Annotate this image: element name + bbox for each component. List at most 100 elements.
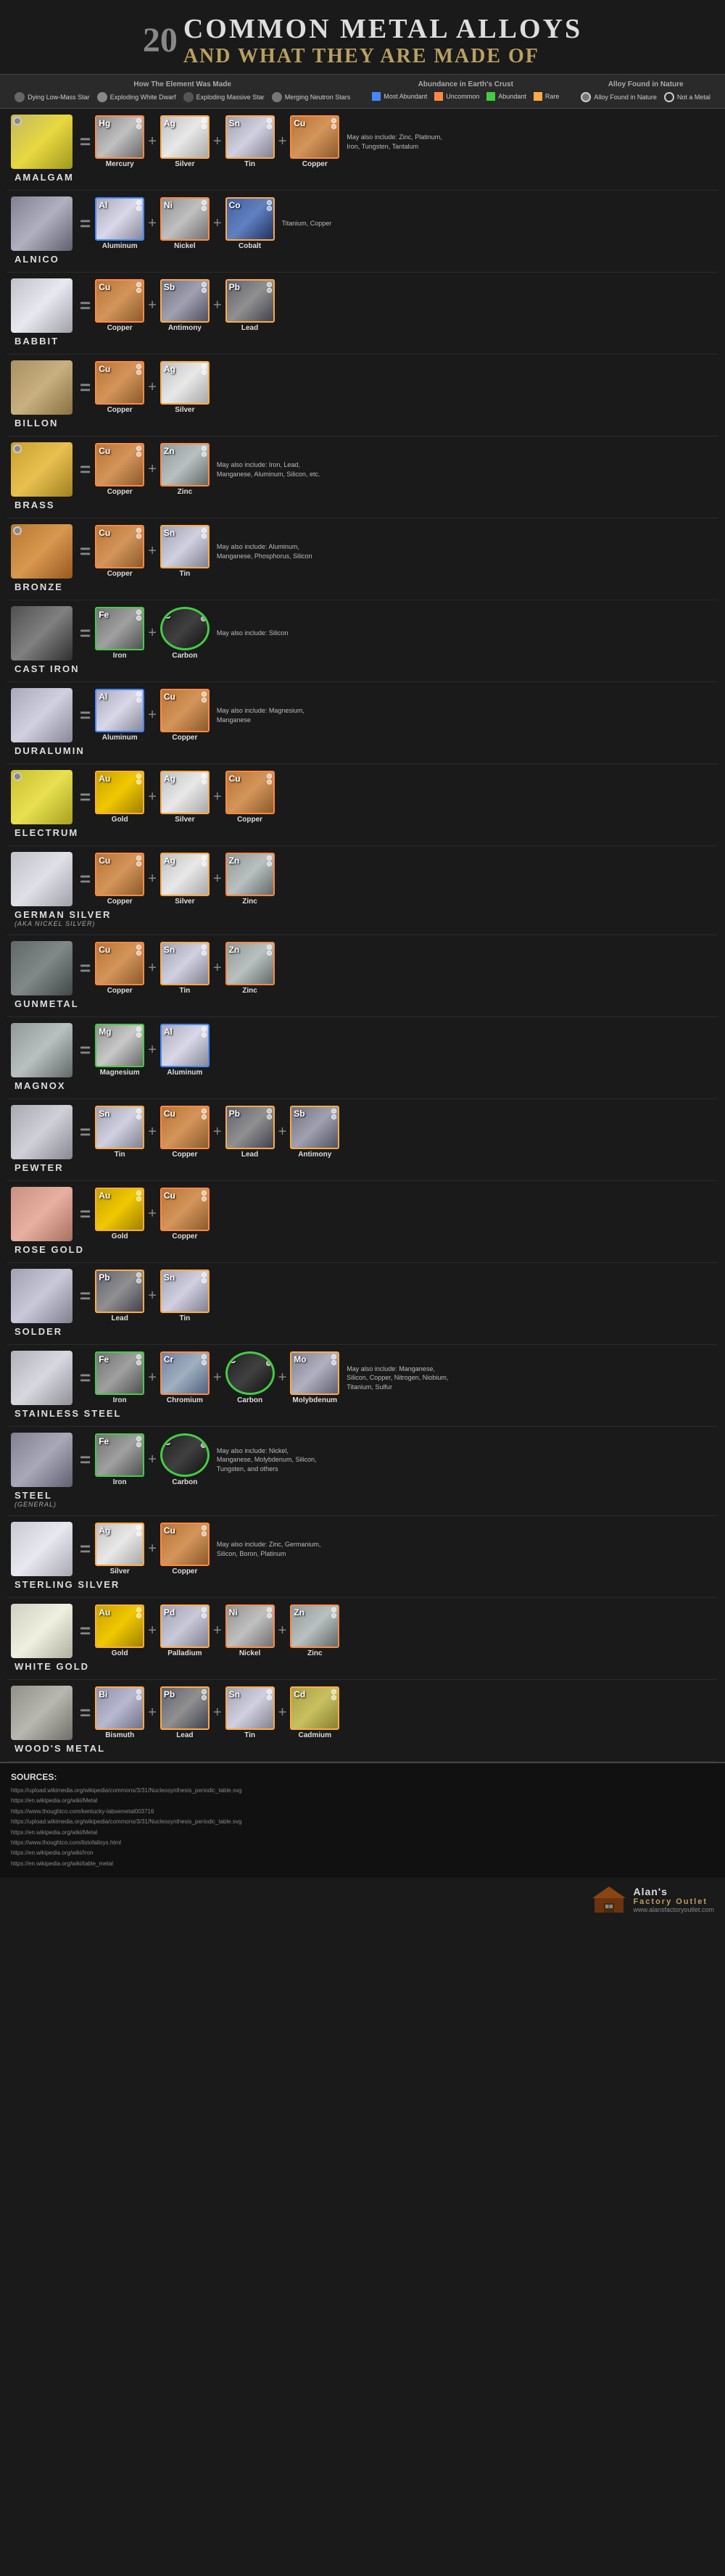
element-symbol: Ag [99, 1525, 110, 1536]
element-indicators [136, 1354, 141, 1365]
element-symbol: Cu [294, 118, 305, 128]
element-name-label: Gold [112, 816, 128, 824]
alloys-content: =HgMercury+AgSilver+SnTin+CuCopperMay al… [0, 109, 725, 1762]
plus-sign: + [213, 1623, 222, 1639]
source-link: https://en.wikipedia.org/wiki/Metal [11, 1796, 714, 1806]
element-name-label: Tin [179, 987, 190, 995]
element-indicators [136, 1436, 141, 1447]
alloy-name-label: DURALUMIN [7, 744, 718, 761]
element-name-label: Cadmium [298, 1731, 331, 1739]
origin-indicator [202, 1531, 207, 1536]
alloy-main-image [11, 941, 72, 995]
alloy-row-wrapper: =FeIron+CCarbonMay also include: Nickel,… [7, 1427, 718, 1516]
origin-indicator [136, 779, 141, 784]
plus-sign: + [213, 789, 222, 805]
origin-indicator [267, 1114, 272, 1119]
legend-abundance: Abundance in Earth's Crust Most Abundant… [372, 80, 559, 102]
element-block-zinc: ZnZinc [290, 1604, 339, 1657]
element-name-label: Tin [244, 1731, 255, 1739]
element-indicators [136, 1607, 141, 1618]
origin-indicator [267, 779, 272, 784]
plus-sign: + [148, 1124, 157, 1140]
page-header: 20 COMMON METAL ALLOYS AND WHAT THEY ARE… [0, 0, 725, 74]
origin-indicator [267, 1689, 272, 1694]
alloy-main-image [11, 1269, 72, 1323]
origin-indicator [202, 528, 207, 533]
origin-indicator [331, 124, 336, 129]
origin-indicator [267, 118, 272, 123]
element-name-label: Zinc [307, 1649, 323, 1657]
origin-indicator [267, 288, 272, 293]
origin-indicator [136, 1525, 141, 1531]
element-name-label: Mercury [106, 160, 134, 168]
origin-indicator [331, 1360, 336, 1365]
element-name-label: Nickel [174, 242, 195, 250]
origin-indicator [202, 1689, 207, 1694]
element-name-label: Silver [175, 816, 194, 824]
origin-indicator [267, 951, 272, 956]
element-symbol: Al [99, 200, 107, 210]
origin-indicator [331, 1613, 336, 1618]
found-in-nature-indicator [13, 117, 22, 125]
origin-indicator [202, 1032, 207, 1038]
source-link: https://www.thoughtco.com/kentucky-labse… [11, 1807, 714, 1817]
element-image-copper: Cu [290, 115, 339, 159]
element-symbol: Cu [164, 692, 175, 702]
plus-sign: + [213, 297, 222, 314]
rare-icon [534, 92, 542, 101]
element-image-tin: Sn [160, 942, 210, 985]
alloy-row-electrum: =AuGold+AgSilver+CuCopper [7, 764, 718, 826]
equals-sign: = [80, 1449, 91, 1471]
element-block-copper: CuCopper [95, 942, 144, 995]
origin-indicator [202, 124, 207, 129]
origin-indicator [331, 118, 336, 123]
plus-sign: + [148, 1206, 157, 1222]
equals-sign: = [80, 212, 91, 235]
element-image-gold: Au [95, 1188, 144, 1231]
plus-sign: + [148, 625, 157, 642]
origin-indicator [202, 452, 207, 457]
legend-exploding-white: Exploding White Dwarf [97, 92, 176, 102]
origin-indicator [136, 1442, 141, 1447]
plus-sign: + [278, 1623, 287, 1639]
element-indicators [202, 774, 207, 784]
element-image-tin: Sn [225, 115, 275, 159]
alloy-main-image [11, 1023, 72, 1077]
origin-indicator [136, 528, 141, 533]
element-block-tin: SnTin [160, 525, 210, 578]
element-block-chromium: CrChromium [160, 1351, 210, 1404]
alloy-row-wrapper: =FeIron+CrChromium+CCarbon+MoMolybdenumM… [7, 1345, 718, 1427]
element-symbol: Cu [99, 282, 110, 292]
element-name-label: Cobalt [239, 242, 261, 250]
element-name-label: Zinc [178, 488, 193, 496]
element-image-copper: Cu [160, 689, 210, 732]
source-link: https://upload.wikimedia.org/wikipedia/c… [11, 1817, 714, 1827]
equals-sign: = [80, 540, 91, 563]
origin-indicator [136, 1272, 141, 1277]
alloy-main-image [11, 1433, 72, 1487]
alloy-name-label: BRASS [7, 498, 718, 515]
element-indicators [136, 1525, 141, 1536]
legend-found-nature: Alloy Found in Nature [581, 92, 657, 102]
alloy-row-pewter: =SnTin+CuCopper+PbLead+SbAntimony [7, 1099, 718, 1161]
plus-sign: + [278, 1370, 287, 1386]
element-indicators [136, 282, 141, 293]
element-symbol: Fe [99, 610, 109, 620]
origin-indicator [136, 200, 141, 205]
alloy-row-whitegold: =AuGold+PdPalladium+NiNickel+ZnZinc [7, 1598, 718, 1660]
element-image-copper: Cu [160, 1106, 210, 1149]
element-image-tin: Sn [95, 1106, 144, 1149]
element-indicators [202, 364, 207, 375]
element-block-carbon: CCarbon [225, 1351, 275, 1404]
equals-sign: = [80, 1203, 91, 1225]
footer: Alan's Factory Outlet www.alansfactoryou… [0, 1878, 725, 1921]
uncommon-label: Uncommon [446, 93, 479, 100]
element-indicators [331, 1607, 336, 1618]
alloy-note: May also include: Silicon [217, 629, 289, 638]
element-symbol: Cd [294, 1689, 305, 1699]
alloy-note: May also include: Nickel, Manganese, Mol… [217, 1446, 322, 1474]
element-name-label: Magnesium [100, 1069, 140, 1077]
element-block-nickel: NiNickel [160, 197, 210, 250]
element-name-label: Nickel [239, 1649, 260, 1657]
element-symbol: Au [99, 1607, 110, 1618]
